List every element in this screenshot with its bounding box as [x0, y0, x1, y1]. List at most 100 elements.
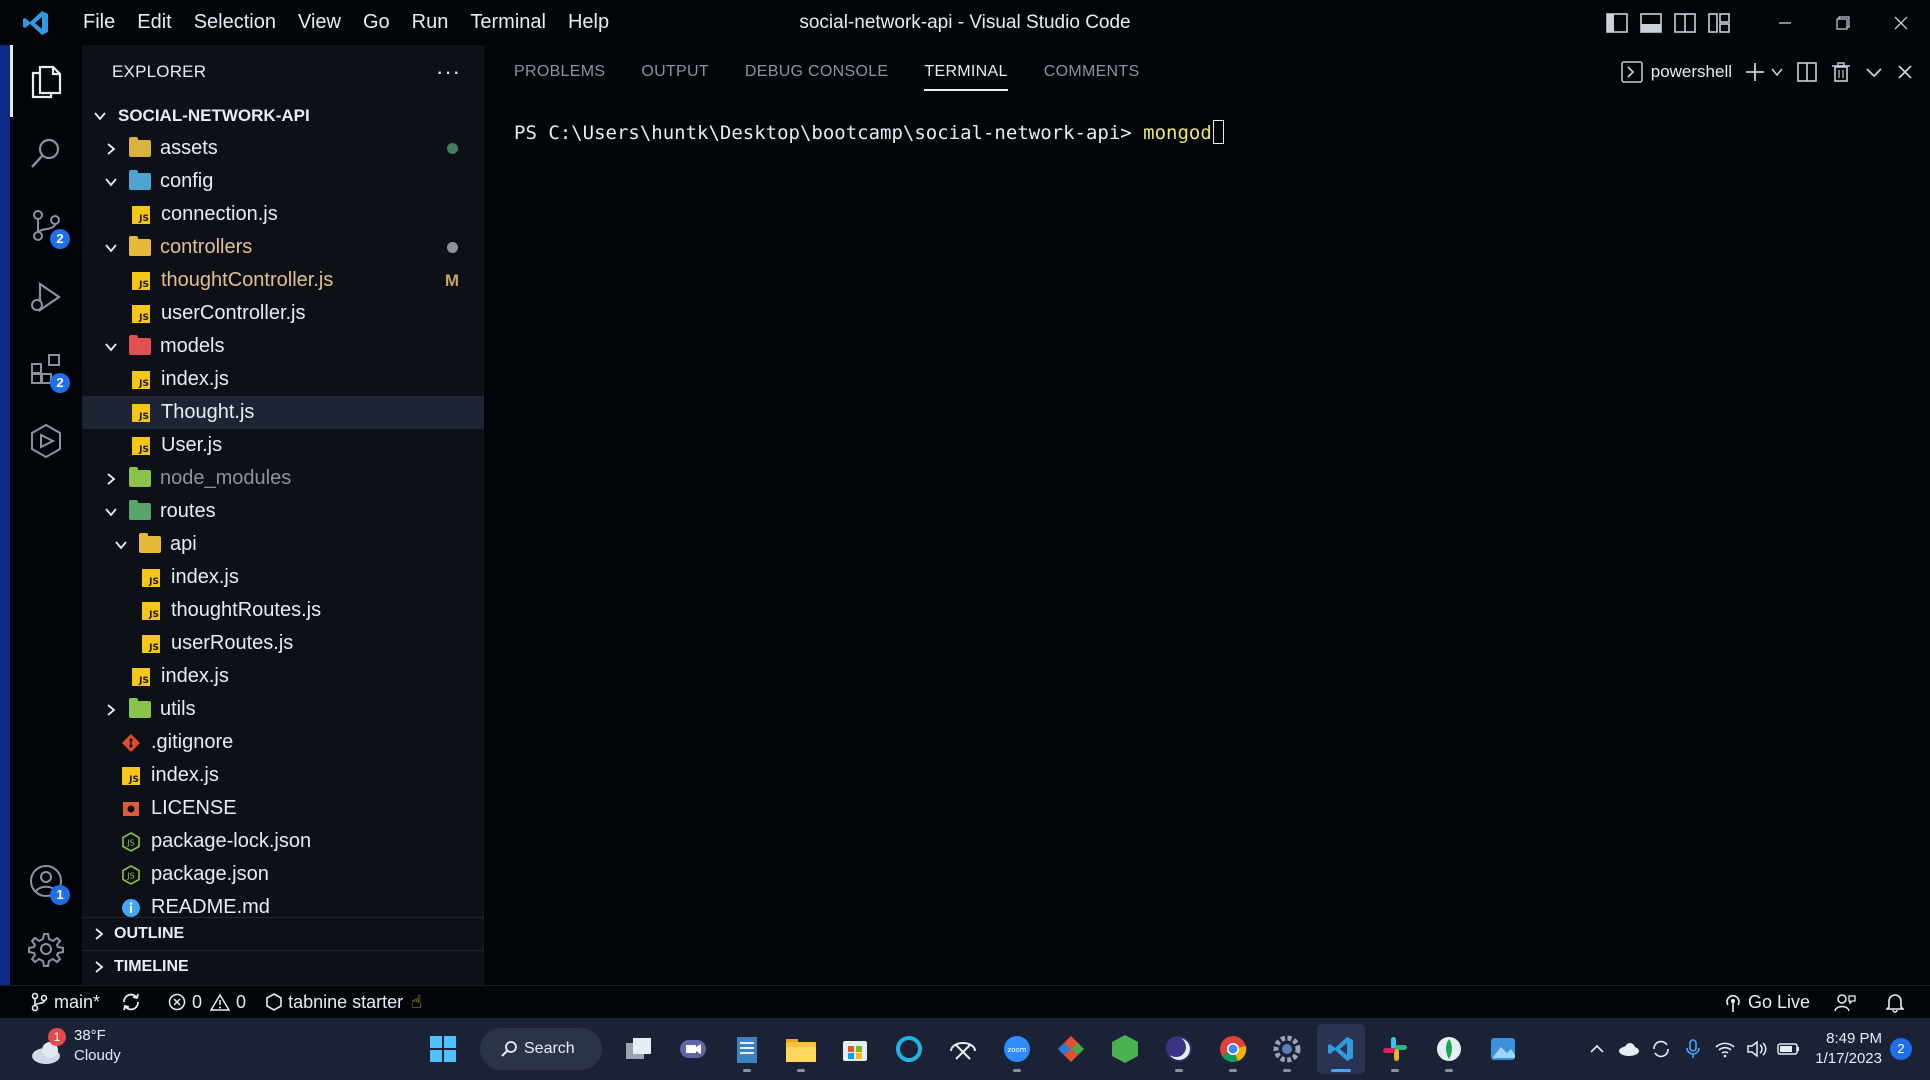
toggle-panel-icon[interactable] [1634, 0, 1668, 45]
mongodb-compass-icon[interactable] [1425, 1024, 1473, 1074]
sync-tray-icon[interactable] [1647, 1029, 1675, 1069]
file-explorer-icon[interactable] [777, 1024, 825, 1074]
file-item[interactable]: JS userController.js [82, 297, 484, 330]
folder-item[interactable]: config [82, 165, 484, 198]
source-control-icon[interactable]: 2 [10, 189, 82, 261]
zoom-icon[interactable]: zoom [993, 1024, 1041, 1074]
tab-debug-console[interactable]: DEBUG CONSOLE [745, 45, 889, 99]
tab-output[interactable]: OUTPUT [641, 45, 709, 99]
onedrive-cloud-icon[interactable] [1615, 1029, 1643, 1069]
git-gui-icon[interactable] [1047, 1024, 1095, 1074]
weather-widget[interactable]: 1 38°F Cloudy [30, 1026, 121, 1066]
eclipse-app-icon[interactable] [1155, 1024, 1203, 1074]
show-hidden-icons-chevron-icon[interactable] [1583, 1029, 1611, 1069]
menu-file[interactable]: File [72, 0, 126, 45]
sync-icon[interactable] [110, 986, 158, 1019]
terminal-output[interactable]: PS C:\Users\huntk\Desktop\bootcamp\socia… [514, 120, 1224, 144]
file-item[interactable]: JS index.js [82, 660, 484, 693]
settings-app-icon[interactable] [1263, 1024, 1311, 1074]
outline-section[interactable]: OUTLINE [82, 917, 484, 950]
folder-open-icon [129, 236, 151, 258]
file-item[interactable]: .gitignore [82, 726, 484, 759]
run-debug-icon[interactable] [10, 261, 82, 333]
extensions-icon[interactable]: 2 [10, 333, 82, 405]
file-item[interactable]: JS User.js [82, 429, 484, 462]
start-button[interactable] [419, 1024, 467, 1074]
notification-center-badge[interactable]: 2 [1890, 1038, 1912, 1060]
menu-go[interactable]: Go [352, 0, 401, 45]
photos-app-icon[interactable] [1479, 1024, 1527, 1074]
remote-explorer-icon[interactable] [10, 405, 82, 477]
file-item[interactable]: JS thoughtRoutes.js [82, 594, 484, 627]
taskbar-search[interactable]: Search [480, 1028, 602, 1070]
file-item[interactable]: JS connection.js [82, 198, 484, 231]
git-branch-status[interactable]: main* [0, 986, 110, 1019]
menu-selection[interactable]: Selection [183, 0, 287, 45]
menu-help[interactable]: Help [557, 0, 620, 45]
menu-view[interactable]: View [287, 0, 352, 45]
close-window-icon[interactable] [1872, 0, 1930, 45]
minimize-icon[interactable] [1756, 0, 1814, 45]
restore-icon[interactable] [1814, 0, 1872, 45]
folder-item[interactable]: utils [82, 693, 484, 726]
toggle-secondary-sidebar-icon[interactable] [1668, 0, 1702, 45]
tab-comments[interactable]: COMMENTS [1044, 45, 1140, 99]
customize-layout-icon[interactable] [1702, 0, 1736, 45]
problems-status[interactable]: 0 0 [158, 986, 256, 1019]
volume-icon[interactable] [1743, 1029, 1771, 1069]
teams-chat-icon[interactable] [669, 1024, 717, 1074]
menu-edit[interactable]: Edit [126, 0, 182, 45]
notifications-bell-icon[interactable] [1876, 986, 1930, 1019]
accounts-icon[interactable]: 1 [10, 845, 82, 917]
battery-icon[interactable] [1775, 1029, 1803, 1069]
toggle-primary-sidebar-icon[interactable] [1600, 0, 1634, 45]
folder-item[interactable]: api [82, 528, 484, 561]
explorer-icon[interactable] [10, 45, 82, 117]
nodejs-icon[interactable] [1101, 1024, 1149, 1074]
taskbar-clock[interactable]: 8:49 PM 1/17/2023 [1815, 1029, 1882, 1069]
tab-problems[interactable]: PROBLEMS [514, 45, 605, 99]
folder-item[interactable]: models [82, 330, 484, 363]
menu-terminal[interactable]: Terminal [459, 0, 557, 45]
timeline-section[interactable]: TIMELINE [82, 950, 484, 983]
split-terminal-icon[interactable] [1796, 45, 1818, 99]
file-item[interactable]: JS userRoutes.js [82, 627, 484, 660]
file-item[interactable]: JS thoughtController.js M [82, 264, 484, 297]
feedback-icon[interactable] [1820, 986, 1876, 1019]
settings-gear-icon[interactable] [10, 913, 82, 985]
slack-icon[interactable] [1371, 1024, 1419, 1074]
folder-item[interactable]: node_modules [82, 462, 484, 495]
microphone-icon[interactable] [1679, 1029, 1707, 1069]
go-live-button[interactable]: Go Live [1714, 986, 1820, 1019]
file-item[interactable]: LICENSE [82, 792, 484, 825]
close-panel-icon[interactable] [1896, 45, 1914, 99]
terminal-shell-selector[interactable]: powershell [1620, 45, 1732, 99]
search-icon[interactable] [10, 117, 82, 189]
folder-item[interactable]: routes [82, 495, 484, 528]
more-actions-icon[interactable]: ··· [436, 59, 461, 85]
file-item[interactable]: JS index.js [82, 759, 484, 792]
microsoft-store-icon[interactable] [831, 1024, 879, 1074]
cortana-icon[interactable] [885, 1024, 933, 1074]
new-terminal-icon[interactable] [1744, 45, 1784, 99]
file-item[interactable]: JS package-lock.json [82, 825, 484, 858]
wifi-icon[interactable] [1711, 1029, 1739, 1069]
maximize-panel-chevron-icon[interactable] [1864, 45, 1884, 99]
chrome-icon[interactable] [1209, 1024, 1257, 1074]
file-item[interactable]: JS package.json [82, 858, 484, 891]
file-item[interactable]: JS Thought.js [82, 396, 484, 429]
menu-run[interactable]: Run [401, 0, 460, 45]
vscode-taskbar-icon[interactable] [1317, 1024, 1365, 1074]
project-folder-header[interactable]: SOCIAL-NETWORK-API [82, 99, 484, 132]
tab-terminal[interactable]: TERMINAL [924, 45, 1009, 99]
task-view-icon[interactable] [615, 1024, 663, 1074]
tabnine-status[interactable]: tabnine starter ☝ [256, 986, 432, 1019]
kill-terminal-trash-icon[interactable] [1830, 45, 1852, 99]
file-item[interactable]: JS index.js [82, 561, 484, 594]
error-icon [168, 993, 186, 1011]
folder-item[interactable]: assets [82, 132, 484, 165]
file-item[interactable]: JS index.js [82, 363, 484, 396]
notepad-icon[interactable] [723, 1024, 771, 1074]
folder-item[interactable]: controllers [82, 231, 484, 264]
snipping-tool-icon[interactable] [939, 1024, 987, 1074]
